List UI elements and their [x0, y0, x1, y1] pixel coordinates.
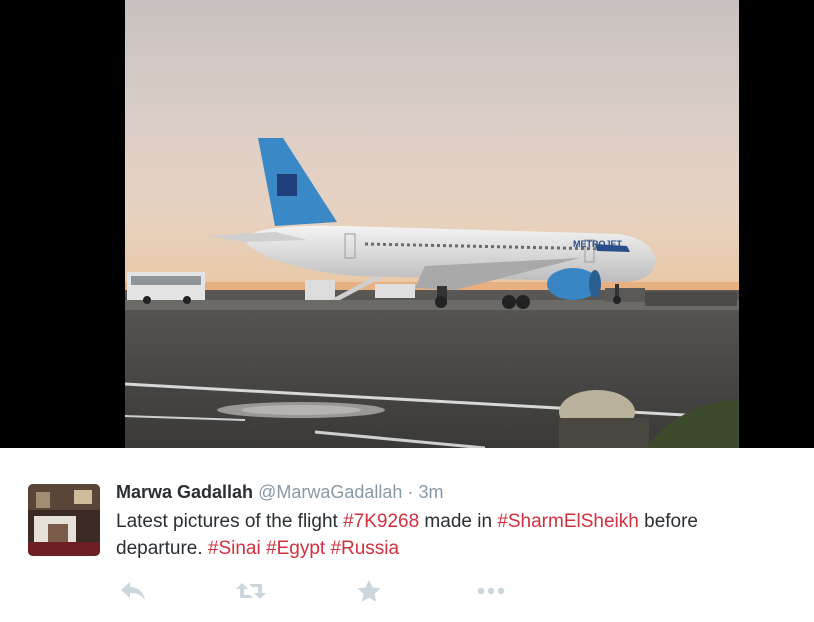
avatar-image: [28, 484, 100, 556]
hashtag-link[interactable]: #Russia: [330, 538, 399, 559]
reply-button[interactable]: [116, 576, 150, 606]
retweet-icon: [236, 583, 266, 599]
hashtag-link[interactable]: #Egypt: [266, 538, 325, 559]
header-separator: ·: [407, 482, 414, 502]
airline-logo-text: METROJET: [573, 239, 623, 249]
airplane-photo: METROJET: [125, 0, 739, 448]
favorite-icon: [357, 580, 381, 602]
tweet-header: Marwa Gadallah @MarwaGadallah · 3m: [116, 480, 443, 504]
more-icon: [477, 587, 505, 595]
retweet-button[interactable]: [234, 576, 268, 606]
tweet-text: Latest pictures of the flight #7K9268 ma…: [116, 508, 776, 562]
hashtag-link[interactable]: #SharmElSheikh: [497, 511, 639, 532]
author-name[interactable]: Marwa Gadallah: [116, 482, 253, 502]
more-button[interactable]: [474, 576, 508, 606]
favorite-button[interactable]: [352, 576, 386, 606]
reply-icon: [121, 582, 145, 600]
tweet-timestamp[interactable]: 3m: [418, 482, 443, 502]
hashtag-link[interactable]: #Sinai: [208, 538, 261, 559]
author-avatar[interactable]: [28, 484, 100, 556]
tweet-media[interactable]: METROJET: [0, 0, 814, 448]
author-handle[interactable]: @MarwaGadallah: [258, 482, 402, 502]
text-segment: made in: [419, 511, 498, 532]
hashtag-link[interactable]: #7K9268: [343, 511, 419, 532]
tweet-card: METROJET Marwa Gadallah @MarwaGadallah ·…: [0, 0, 814, 622]
tweet-actions: [116, 576, 536, 606]
text-segment: Latest pictures of the flight: [116, 511, 344, 532]
